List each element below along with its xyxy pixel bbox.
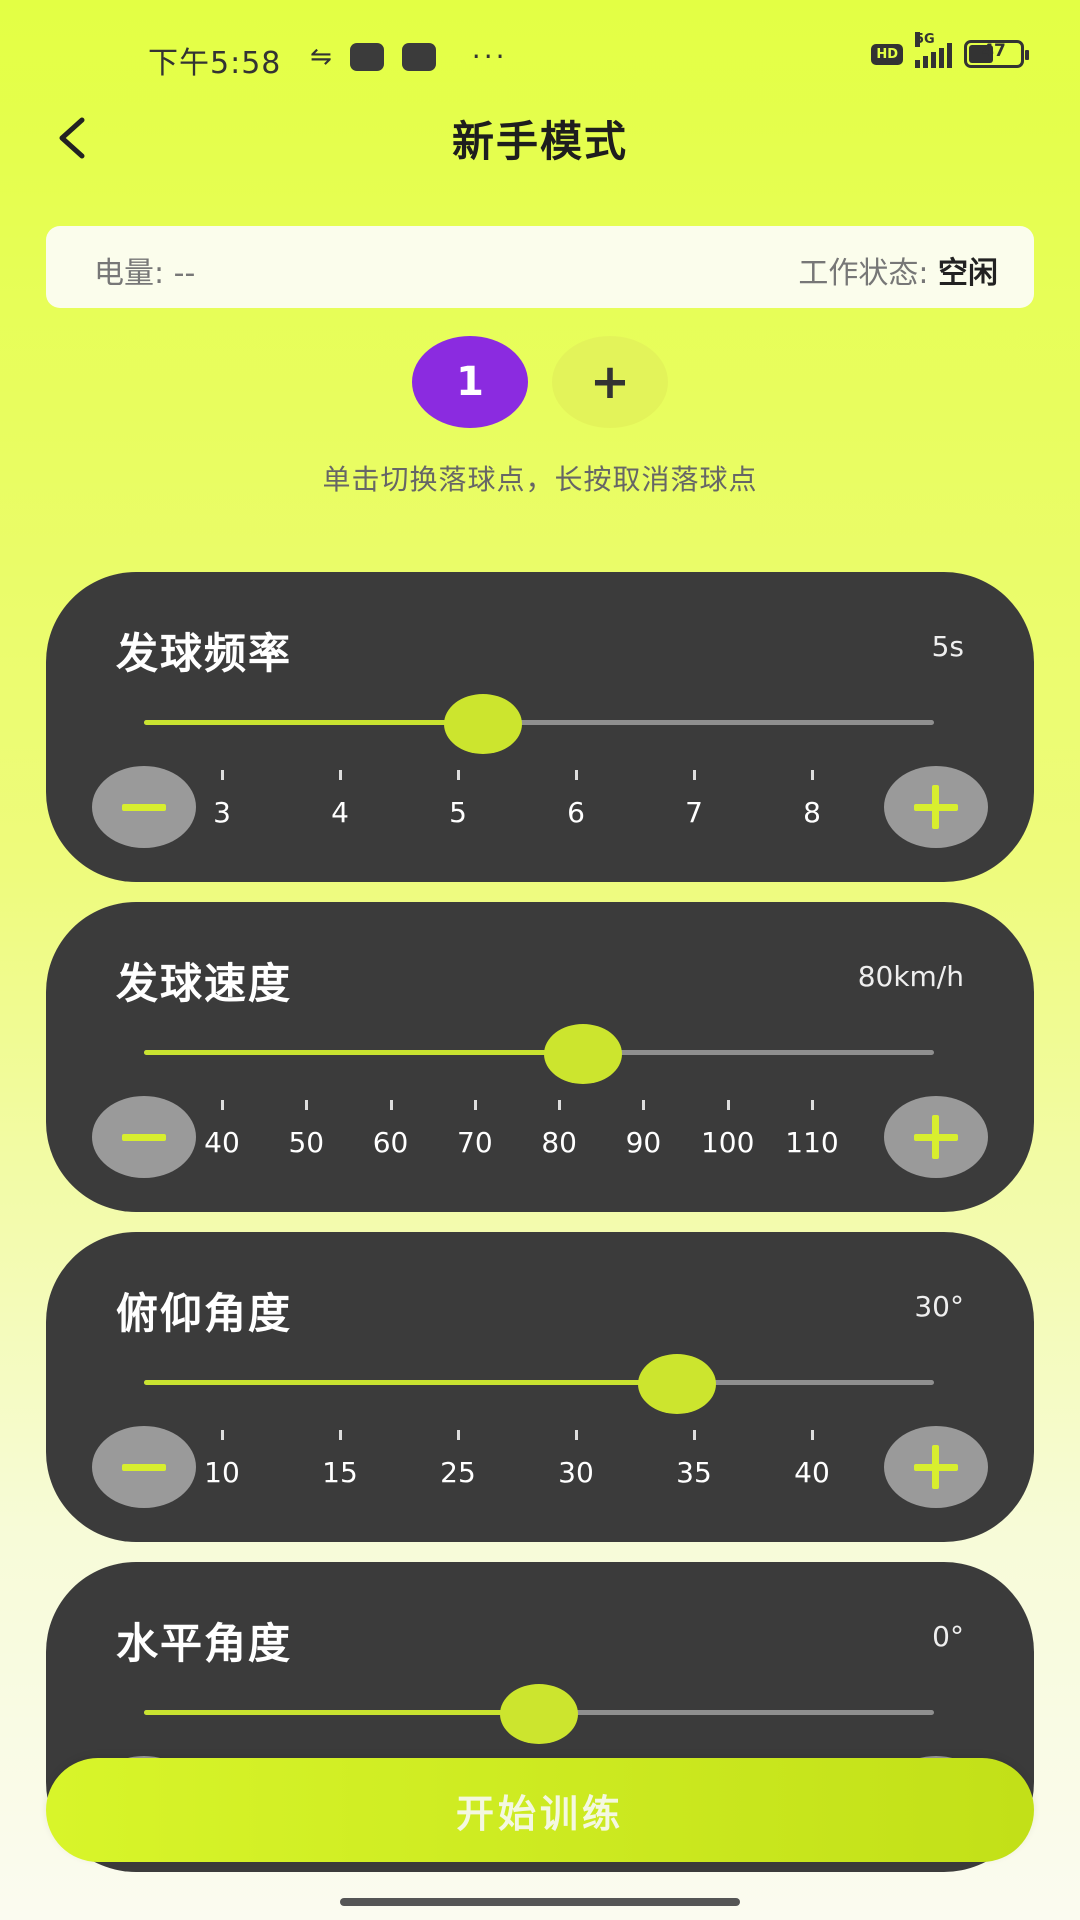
serve-frequency-card: 发球频率 5s 3 4 5 6 7 8 <box>46 572 1034 882</box>
slider-tick-label: 70 <box>457 1126 493 1159</box>
add-landing-point-button[interactable]: + <box>552 336 668 428</box>
slider-tick <box>339 1430 342 1440</box>
usb-icon: ⇋ <box>310 41 332 72</box>
slider-tick-label: 80 <box>541 1126 577 1159</box>
slider-thumb[interactable] <box>543 1024 622 1084</box>
decrease-button[interactable] <box>92 1426 196 1508</box>
slider-tick-label: 10 <box>204 1456 240 1489</box>
card-title: 俯仰角度 <box>116 1289 293 1338</box>
more-notifications-icon: ··· <box>471 40 508 73</box>
status-time: 下午5:58 <box>148 46 282 81</box>
pitch-angle-card: 俯仰角度 30° 10 15 25 30 35 40 <box>46 1232 1034 1542</box>
slider-tick <box>726 1100 730 1110</box>
slider-tick-label: 5 <box>449 796 467 829</box>
slider-tick-label: 100 <box>700 1126 755 1159</box>
device-info-card: 电量: -- 工作状态: 空闲 <box>46 226 1034 308</box>
slider-tick <box>558 1100 562 1110</box>
status-left-icons: ⇋ ··· <box>310 40 508 73</box>
slider-tick-label: 35 <box>676 1456 712 1489</box>
slider-tick-label: 40 <box>204 1126 240 1159</box>
slider-tick <box>642 1100 646 1110</box>
slider-tick <box>389 1100 393 1110</box>
slider-track[interactable] <box>144 1380 934 1385</box>
card-value: 80km/h <box>857 960 964 993</box>
slider-tick <box>221 1100 224 1110</box>
card-value: 5s <box>931 630 964 663</box>
home-indicator[interactable] <box>340 1898 740 1906</box>
slider-tick <box>811 1100 814 1110</box>
slider-tick-label: 30 <box>558 1456 594 1489</box>
landing-point-hint: 单击切换落球点，长按取消落球点 <box>322 463 758 496</box>
signal-icon: 5G <box>915 32 952 68</box>
slider-tick-label: 90 <box>625 1126 662 1159</box>
slider-thumb[interactable] <box>443 694 522 754</box>
slider-tick-label: 4 <box>331 796 349 829</box>
slider-tick <box>811 770 814 780</box>
slider-tick-label: 6 <box>567 796 585 829</box>
battery-info: 电量: -- <box>94 248 195 292</box>
serve-speed-card: 发球速度 80km/h 40 50 60 70 80 90 100 110 <box>46 902 1034 1212</box>
slider-tick <box>457 770 460 780</box>
status-bar: 下午5:58 ⇋ ··· HD 5G 47 <box>0 0 1080 110</box>
slider-tick <box>473 1100 477 1110</box>
slider-fill <box>144 1050 583 1055</box>
slider-tick <box>693 770 696 780</box>
slider-tick-label: 25 <box>440 1456 476 1489</box>
mi-notification-icon <box>401 42 436 71</box>
slider-tick <box>575 770 578 780</box>
increase-button[interactable] <box>884 1426 988 1508</box>
slider-tick-label: 40 <box>794 1456 830 1489</box>
slider-tick-label: 110 <box>785 1126 839 1159</box>
app-notification-icon <box>349 42 384 71</box>
slider-tick-label: 7 <box>685 796 703 829</box>
card-title: 发球频率 <box>116 629 293 678</box>
slider-tick <box>339 770 342 780</box>
increase-button[interactable] <box>884 766 988 848</box>
slider-tick <box>305 1100 309 1110</box>
slider-fill <box>144 1710 539 1715</box>
slider-track[interactable] <box>144 720 934 725</box>
landing-point-1-button[interactable]: 1 <box>412 336 528 428</box>
page-title: 新手模式 <box>451 117 628 166</box>
slider-tick-label: 50 <box>288 1126 325 1159</box>
slider-tick <box>457 1430 460 1440</box>
work-status-label: 工作状态: <box>798 256 929 291</box>
decrease-button[interactable] <box>92 1096 196 1178</box>
slider-tick-label: 15 <box>322 1456 358 1489</box>
slider-fill <box>144 1380 678 1385</box>
work-status-info: 工作状态: 空闲 <box>798 248 998 292</box>
start-training-button[interactable]: 开始训练 <box>46 1758 1034 1862</box>
slider-track[interactable] <box>144 1050 934 1055</box>
slider-tick <box>811 1430 814 1440</box>
battery-icon: 47 <box>964 40 1029 68</box>
status-right-icons: HD 5G 47 <box>871 32 1029 68</box>
slider-thumb[interactable] <box>500 1684 578 1744</box>
slider-tick <box>575 1430 578 1440</box>
slider-tick <box>693 1430 696 1440</box>
slider-tick-label: 60 <box>372 1126 409 1159</box>
hd-badge: HD <box>871 43 903 65</box>
slider-tick-label: 3 <box>213 796 231 829</box>
battery-level: 47 <box>982 41 1006 61</box>
slider-thumb[interactable] <box>638 1354 717 1414</box>
decrease-button[interactable] <box>92 766 196 848</box>
slider-tick <box>221 770 224 780</box>
network-type: 5G <box>915 32 935 47</box>
slider-fill <box>144 720 483 725</box>
battery-value: -- <box>173 256 196 291</box>
card-value: 0° <box>932 1620 964 1653</box>
slider-tick-label: 8 <box>803 796 821 829</box>
card-title: 发球速度 <box>116 959 293 1008</box>
work-status-value: 空闲 <box>938 256 998 291</box>
increase-button[interactable] <box>884 1096 988 1178</box>
battery-label: 电量: <box>94 256 165 291</box>
slider-tick <box>221 1430 224 1440</box>
card-title: 水平角度 <box>116 1619 293 1668</box>
card-value: 30° <box>914 1290 964 1323</box>
